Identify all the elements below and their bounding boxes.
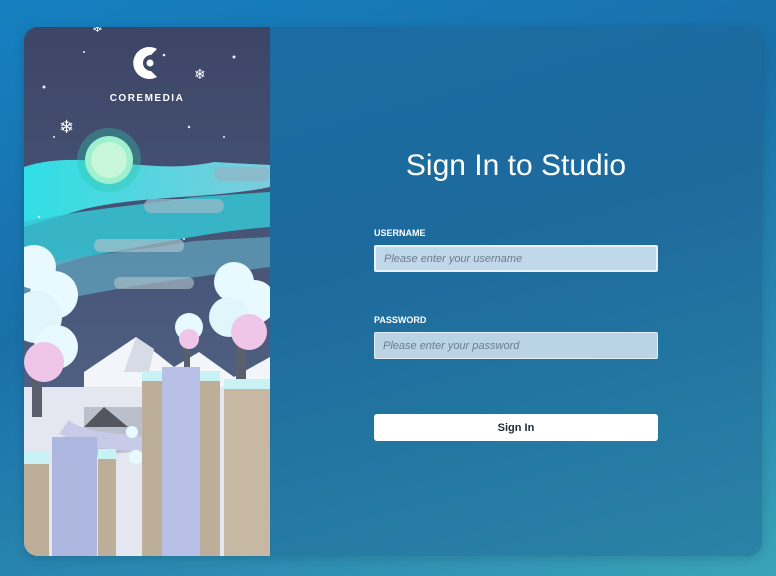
svg-text:❄: ❄ bbox=[59, 117, 74, 138]
svg-text:❄: ❄ bbox=[92, 27, 103, 36]
winter-landscape-illustration: ❄ ❄ ❄ bbox=[24, 27, 270, 556]
coremedia-logo-icon bbox=[133, 47, 157, 79]
illustration-panel: ❄ ❄ ❄ bbox=[24, 27, 270, 556]
page-title: Sign In to Studio bbox=[405, 149, 627, 182]
brand-name: COREMEDIA bbox=[109, 93, 185, 104]
login-card: ❄ ❄ ❄ COREMEDIA Sign In to Studio USERNA… bbox=[24, 27, 762, 556]
password-input[interactable] bbox=[374, 332, 658, 359]
username-label: USERNAME bbox=[374, 228, 426, 238]
brand-logo bbox=[24, 41, 270, 90]
password-label: PASSWORD bbox=[374, 315, 427, 325]
username-input[interactable] bbox=[374, 245, 658, 272]
sign-in-button[interactable]: Sign In bbox=[374, 414, 658, 441]
